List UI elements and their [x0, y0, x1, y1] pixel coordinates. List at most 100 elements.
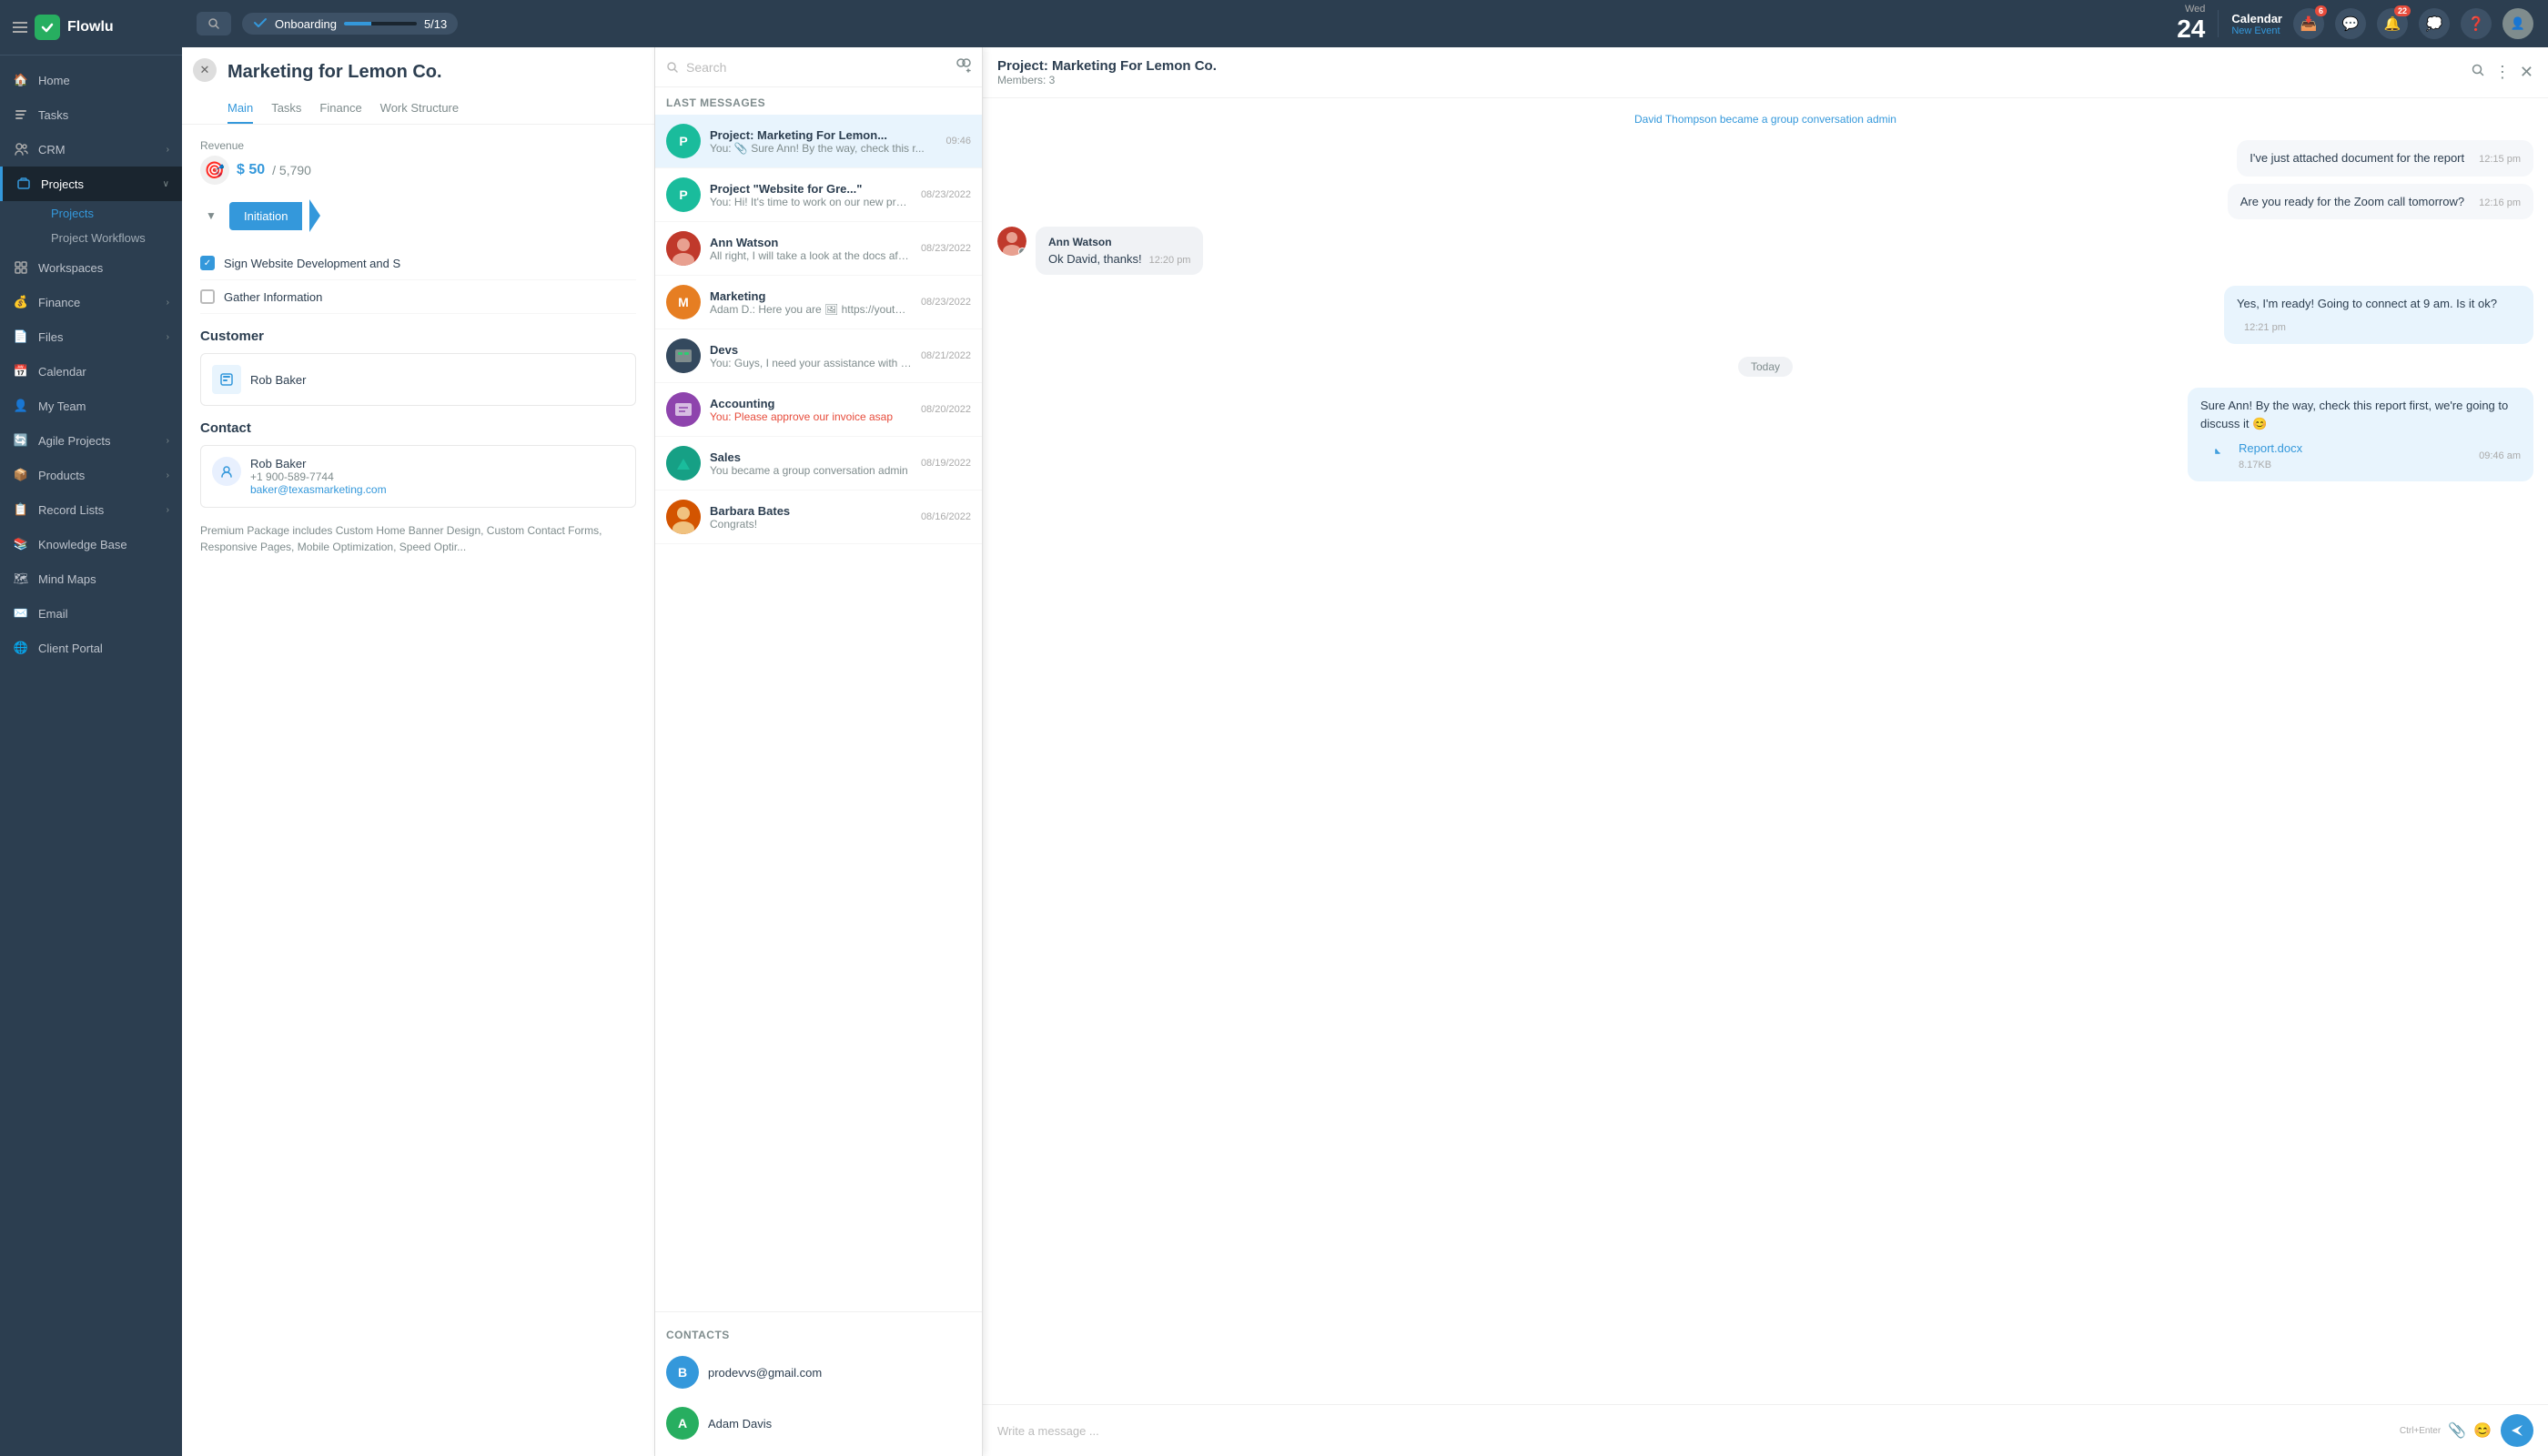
sidebar-item-knowledge-base[interactable]: 📚 Knowledge Base	[0, 527, 182, 561]
sidebar-item-agile[interactable]: 🔄 Agile Projects ›	[0, 423, 182, 458]
chat-file: Report.docx 8.17KB 09:46 am	[2200, 440, 2521, 472]
chat-bubble-1: I've just attached document for the repo…	[2237, 140, 2533, 177]
contact-name: Rob Baker	[250, 457, 387, 470]
msg-avatar-2: P	[666, 177, 701, 212]
sidebar-item-calendar[interactable]: 📅 Calendar	[0, 354, 182, 389]
project-tab-work-structure[interactable]: Work Structure	[380, 94, 459, 124]
sidebar-label-crm: CRM	[38, 143, 157, 157]
ann-time: 12:20 pm	[1149, 255, 1191, 266]
sidebar-item-crm[interactable]: CRM ›	[0, 132, 182, 167]
contact-msg-item-1[interactable]: B prodevvs@gmail.com	[655, 1347, 982, 1398]
msg-info-accounting: Accounting You: Please approve our invoi…	[710, 397, 912, 423]
sidebar-item-projects[interactable]: Projects ∨	[0, 167, 182, 201]
new-event-label[interactable]: New Event	[2231, 25, 2282, 36]
send-btn[interactable]	[2501, 1414, 2533, 1447]
sidebar-nav: 🏠 Home Tasks CRM › Projects ∨	[0, 56, 182, 1456]
chat-msg-avatar-ann	[997, 227, 1026, 256]
calendar-topbar-label: Calendar	[2231, 12, 2282, 25]
hamburger-menu[interactable]	[13, 22, 27, 33]
sidebar-item-home[interactable]: 🏠 Home	[0, 63, 182, 97]
sidebar-item-finance[interactable]: 💰 Finance ›	[0, 285, 182, 319]
close-project-btn[interactable]: ✕	[193, 58, 217, 82]
sidebar-item-record-lists[interactable]: 📋 Record Lists ›	[0, 492, 182, 527]
project-tab-finance[interactable]: Finance	[319, 94, 361, 124]
task-checkbox-2[interactable]	[200, 289, 215, 304]
sidebar-item-tasks[interactable]: Tasks	[0, 97, 182, 132]
sidebar-item-email[interactable]: ✉️ Email	[0, 596, 182, 631]
chat-message-input[interactable]	[997, 1424, 2391, 1438]
task-item-2: Gather Information	[200, 280, 636, 314]
msg-preview-devs: You: Guys, I need your assistance with t…	[710, 357, 912, 369]
msg-time-2: 08/23/2022	[921, 189, 971, 200]
revenue-row: 🎯 $ 50 / 5,790	[200, 156, 636, 185]
sidebar-item-files[interactable]: 📄 Files ›	[0, 319, 182, 354]
msg-preview-sales: You became a group conversation admin	[710, 464, 912, 477]
msg-add-btn[interactable]	[955, 56, 971, 77]
today-divider: Today	[997, 359, 2533, 373]
sidebar-item-project-workflows[interactable]: Project Workflows	[38, 226, 182, 250]
msg-item-ann[interactable]: Ann Watson All right, I will take a look…	[655, 222, 982, 276]
chat-msg-row-2: Are you ready for the Zoom call tomorrow…	[997, 184, 2533, 220]
comment-btn[interactable]: 💭	[2419, 8, 2450, 39]
emoji-icon[interactable]: 😊	[2473, 1421, 2492, 1440]
task-item-1: ✓ Sign Website Development and S	[200, 247, 636, 280]
user-avatar[interactable]: 👤	[2502, 8, 2533, 39]
sidebar-item-my-team[interactable]: 👤 My Team	[0, 389, 182, 423]
attachment-icon[interactable]: 📎	[2448, 1421, 2466, 1440]
msg-item-sales[interactable]: Sales You became a group conversation ad…	[655, 437, 982, 490]
sidebar-item-workspaces[interactable]: Workspaces	[0, 250, 182, 285]
workspaces-icon	[13, 259, 29, 276]
search-icon	[207, 17, 220, 30]
onboarding-progress-bar	[344, 22, 417, 25]
msg-item-2[interactable]: P Project "Website for Gre..." You: Hi! …	[655, 168, 982, 222]
msg-item-accounting[interactable]: Accounting You: Please approve our invoi…	[655, 383, 982, 437]
msg-item-marketing[interactable]: M Marketing Adam D.: Here you are 🖼 http…	[655, 276, 982, 329]
chat-actions: ⋮ ✕	[2471, 63, 2533, 82]
contact-email[interactable]: baker@texasmarketing.com	[250, 483, 387, 496]
sidebar-item-client-portal[interactable]: 🌐 Client Portal	[0, 631, 182, 665]
ctrl-enter-label: Ctrl+Enter	[2400, 1426, 2441, 1436]
ann-sender-name: Ann Watson	[1048, 236, 1190, 248]
bell-icon: 🔔	[2384, 15, 2401, 32]
topbar-search[interactable]	[197, 12, 231, 35]
project-tab-main[interactable]: Main	[228, 94, 253, 124]
msg-info-devs: Devs You: Guys, I need your assistance w…	[710, 343, 912, 369]
onboarding-label: Onboarding	[275, 17, 337, 31]
bubble-time-1: 12:15 pm	[2479, 152, 2521, 167]
projects-sub-label: Projects	[51, 207, 94, 220]
sidebar-item-products[interactable]: 📦 Products ›	[0, 458, 182, 492]
msg-search-input[interactable]	[686, 60, 947, 75]
bubble-time-2: 12:16 pm	[2479, 196, 2521, 211]
file-info: Report.docx 8.17KB	[2239, 440, 2302, 472]
onboarding-progress: 5/13	[424, 17, 447, 31]
chat-msg-row-1: I've just attached document for the repo…	[997, 140, 2533, 177]
task-checkbox-1[interactable]: ✓	[200, 256, 215, 270]
msg-name-barbara: Barbara Bates	[710, 504, 912, 518]
stage-btn[interactable]: Initiation	[229, 202, 302, 230]
msg-item-devs[interactable]: Devs You: Guys, I need your assistance w…	[655, 329, 982, 383]
bell-btn[interactable]: 🔔 22	[2377, 8, 2408, 39]
msg-time-devs: 08/21/2022	[921, 350, 971, 361]
msg-info-marketing: Marketing Adam D.: Here you are 🖼 https:…	[710, 289, 912, 316]
email-icon: ✉️	[13, 605, 29, 622]
chat-more-icon[interactable]: ⋮	[2494, 63, 2511, 82]
chat-btn[interactable]: 💬	[2335, 8, 2366, 39]
onboarding-pill[interactable]: Onboarding 5/13	[242, 13, 458, 35]
chat-close-icon[interactable]: ✕	[2520, 63, 2533, 82]
project-tab-tasks[interactable]: Tasks	[271, 94, 301, 124]
help-btn[interactable]: ❓	[2461, 8, 2492, 39]
collapse-btn[interactable]: ▼	[200, 205, 222, 227]
sidebar-item-projects-sub[interactable]: Projects	[38, 201, 182, 226]
msg-item-barbara[interactable]: Barbara Bates Congrats! 08/16/2022	[655, 490, 982, 544]
app-logo-icon	[35, 15, 60, 40]
inbox-btn[interactable]: 📥 6	[2293, 8, 2324, 39]
contact-phone: +1 900-589-7744	[250, 470, 387, 483]
contact-msg-item-2[interactable]: A Adam Davis	[655, 1398, 982, 1449]
file-name[interactable]: Report.docx	[2239, 440, 2302, 458]
chat-search-icon[interactable]	[2471, 63, 2485, 82]
sidebar-item-mind-maps[interactable]: 🗺 Mind Maps	[0, 561, 182, 596]
chat-panel: Project: Marketing For Lemon Co. Members…	[983, 47, 2548, 1456]
msg-avatar-devs	[666, 339, 701, 373]
revenue-icon: 🎯	[200, 156, 229, 185]
msg-item-1[interactable]: P Project: Marketing For Lemon... You: 📎…	[655, 115, 982, 168]
